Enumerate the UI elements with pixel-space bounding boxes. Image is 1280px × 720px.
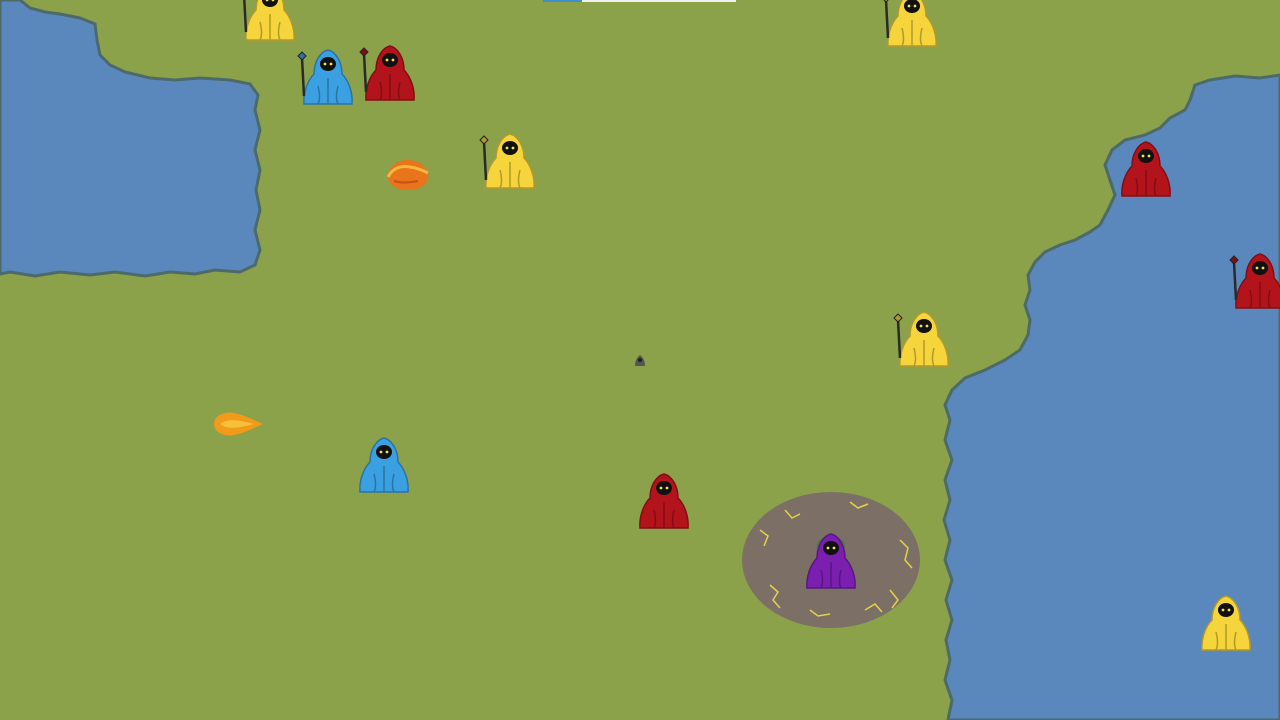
wizard-yellow[interactable] [880, 0, 944, 50]
wizard-purple-player[interactable] [799, 528, 863, 592]
hud-progress-bar [543, 0, 736, 2]
target-marker-icon [635, 355, 645, 366]
fireball-projectile [386, 159, 429, 191]
wizard-red[interactable] [1228, 248, 1280, 312]
wizard-red[interactable] [632, 468, 696, 532]
flame-projectile [214, 412, 263, 436]
wizard-yellow[interactable] [478, 128, 542, 192]
wizard-yellow[interactable] [892, 306, 956, 370]
hud-progress-fill [543, 0, 582, 2]
wizard-blue[interactable] [352, 432, 416, 496]
wizard-red[interactable] [1114, 136, 1178, 200]
wizard-blue[interactable] [296, 44, 360, 108]
wizard-red[interactable] [358, 40, 422, 104]
wizard-yellow[interactable] [238, 0, 302, 44]
game-viewport[interactable] [0, 0, 1280, 720]
wizard-yellow[interactable] [1194, 590, 1258, 654]
